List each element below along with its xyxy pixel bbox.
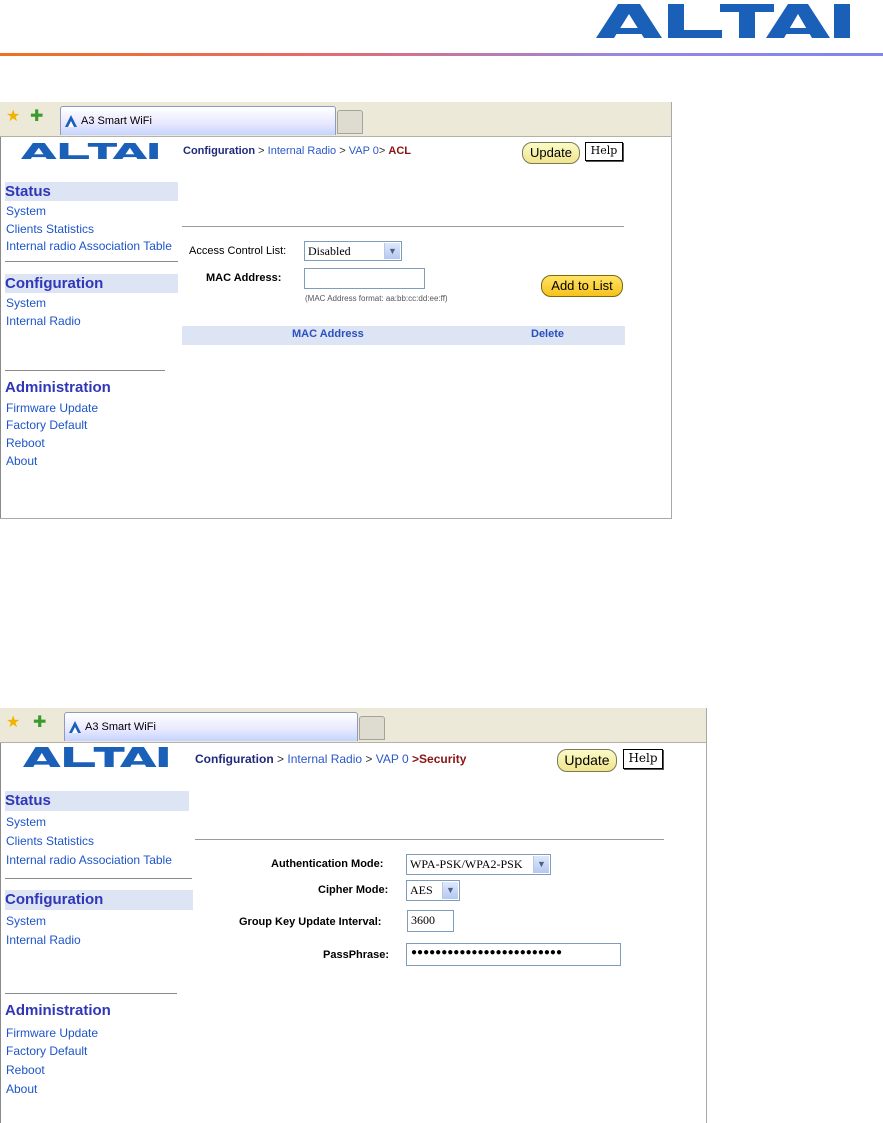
sidebar-divider (5, 261, 178, 262)
altai-favicon (69, 721, 81, 733)
browser-tab[interactable]: A3 Smart WiFi (64, 712, 358, 741)
favorites-star-icon[interactable]: ★ (6, 108, 20, 126)
browser-tab[interactable]: A3 Smart WiFi (60, 106, 336, 135)
content-divider (195, 839, 664, 840)
breadcrumb-vap[interactable]: VAP 0 (349, 145, 379, 157)
sidebar-heading-status: Status (5, 791, 189, 811)
sidebar-item-factory-default[interactable]: Factory Default (6, 1044, 87, 1058)
sidebar-item-status-system[interactable]: System (6, 204, 46, 218)
breadcrumb-current: >Security (412, 752, 467, 766)
acl-select-value: Disabled (308, 244, 351, 258)
help-button[interactable]: Help (623, 749, 663, 769)
sidebar-item-association-table[interactable]: Internal radio Association Table (6, 853, 172, 867)
breadcrumb: Configuration > Internal Radio > VAP 0> … (183, 145, 411, 157)
breadcrumb-vap[interactable]: VAP 0 (376, 752, 409, 766)
new-tab-button[interactable] (337, 110, 363, 134)
acl-label: Access Control List: (189, 245, 287, 257)
group-key-interval-label: Group Key Update Interval: (239, 916, 382, 928)
sidebar-item-about[interactable]: About (6, 454, 37, 468)
chevron-down-icon[interactable]: ▼ (384, 243, 400, 259)
column-delete: Delete (531, 328, 565, 340)
sidebar-item-association-table[interactable]: Internal radio Association Table (6, 239, 172, 253)
update-button[interactable]: Update (557, 749, 617, 772)
content-divider (182, 226, 624, 227)
group-key-interval-input[interactable]: 3600 (407, 910, 454, 932)
cipher-mode-select[interactable]: AES ▼ (406, 880, 460, 901)
altai-logo (21, 143, 158, 159)
sidebar-item-about[interactable]: About (6, 1082, 37, 1096)
altai-logo (596, 4, 850, 38)
passphrase-label: PassPhrase: (323, 949, 390, 961)
sidebar-item-status-system[interactable]: System (6, 815, 46, 829)
sidebar-item-config-system[interactable]: System (6, 296, 46, 310)
browser-tabbar: ★ ✚ A3 Smart WiFi (0, 708, 706, 743)
favorites-star-icon[interactable]: ★ (6, 714, 20, 732)
breadcrumb-separator: > (378, 145, 386, 157)
breadcrumb-separator: > (258, 145, 265, 157)
auth-mode-label: Authentication Mode: (271, 858, 384, 870)
breadcrumb-internal-radio[interactable]: Internal Radio (268, 145, 337, 157)
sidebar-divider (5, 878, 192, 879)
sidebar-item-firmware-update[interactable]: Firmware Update (6, 1026, 98, 1040)
sidebar-heading-configuration: Configuration (5, 890, 193, 910)
sidebar-item-clients-statistics[interactable]: Clients Statistics (6, 834, 94, 848)
mac-address-input[interactable] (304, 268, 425, 289)
sidebar-divider (5, 993, 177, 994)
breadcrumb-separator: > (365, 752, 373, 766)
breadcrumb-separator: > (339, 145, 346, 157)
breadcrumb-current: ACL (388, 145, 412, 157)
add-favorite-icon[interactable]: ✚ (33, 714, 46, 732)
add-to-list-button[interactable]: Add to List (541, 275, 623, 297)
altai-favicon (65, 115, 77, 127)
mac-format-hint: (MAC Address format: aa:bb:cc:dd:ee:ff) (305, 294, 448, 303)
help-button[interactable]: Help (585, 142, 623, 161)
tab-title: A3 Smart WiFi (85, 721, 156, 733)
sidebar-heading-status: Status (5, 182, 178, 201)
sidebar-divider (5, 370, 165, 371)
column-mac-address: MAC Address (292, 328, 364, 340)
sidebar-item-config-system[interactable]: System (6, 914, 46, 928)
auth-mode-select[interactable]: WPA-PSK/WPA2-PSK ▼ (406, 854, 551, 875)
breadcrumb-root[interactable]: Configuration (183, 145, 255, 157)
sidebar-item-clients-statistics[interactable]: Clients Statistics (6, 222, 94, 236)
auth-mode-value: WPA-PSK/WPA2-PSK (410, 857, 523, 871)
sidebar-heading-administration: Administration (5, 1002, 111, 1019)
update-button[interactable]: Update (522, 142, 580, 164)
header-rule (0, 53, 883, 56)
page-content: Status System Clients Statistics Interna… (0, 743, 706, 1123)
breadcrumb-internal-radio[interactable]: Internal Radio (287, 752, 362, 766)
breadcrumb: Configuration > Internal Radio > VAP 0 >… (195, 752, 466, 766)
sidebar-item-factory-default[interactable]: Factory Default (6, 418, 87, 432)
chevron-down-icon[interactable]: ▼ (533, 856, 549, 873)
sidebar-item-firmware-update[interactable]: Firmware Update (6, 401, 98, 415)
sidebar-item-internal-radio[interactable]: Internal Radio (6, 314, 81, 328)
sidebar-heading-administration: Administration (5, 379, 111, 396)
passphrase-input[interactable]: ●●●●●●●●●●●●●●●●●●●●●●●●● (406, 943, 621, 966)
sidebar-item-internal-radio[interactable]: Internal Radio (6, 933, 81, 947)
mac-table-header: MAC Address Delete (182, 326, 625, 345)
cipher-mode-value: AES (410, 883, 433, 897)
tab-title: A3 Smart WiFi (81, 115, 152, 127)
acl-select[interactable]: Disabled ▼ (304, 241, 402, 261)
page-content: Status System Clients Statistics Interna… (0, 137, 671, 518)
chevron-down-icon[interactable]: ▼ (442, 882, 458, 899)
sidebar-heading-configuration: Configuration (5, 274, 178, 293)
breadcrumb-root[interactable]: Configuration (195, 752, 274, 766)
screenshot-acl: ★ ✚ A3 Smart WiFi Status System Clients … (0, 102, 672, 519)
add-favorite-icon[interactable]: ✚ (30, 108, 43, 126)
breadcrumb-separator: > (277, 752, 285, 766)
screenshot-security: ★ ✚ A3 Smart WiFi Status System Clients … (0, 708, 707, 1123)
new-tab-button[interactable] (359, 716, 385, 740)
altai-logo (23, 747, 168, 767)
browser-tabbar: ★ ✚ A3 Smart WiFi (0, 102, 671, 137)
sidebar-item-reboot[interactable]: Reboot (6, 436, 45, 450)
mac-address-label: MAC Address: (206, 272, 282, 284)
sidebar-item-reboot[interactable]: Reboot (6, 1063, 45, 1077)
cipher-mode-label: Cipher Mode: (318, 884, 389, 896)
